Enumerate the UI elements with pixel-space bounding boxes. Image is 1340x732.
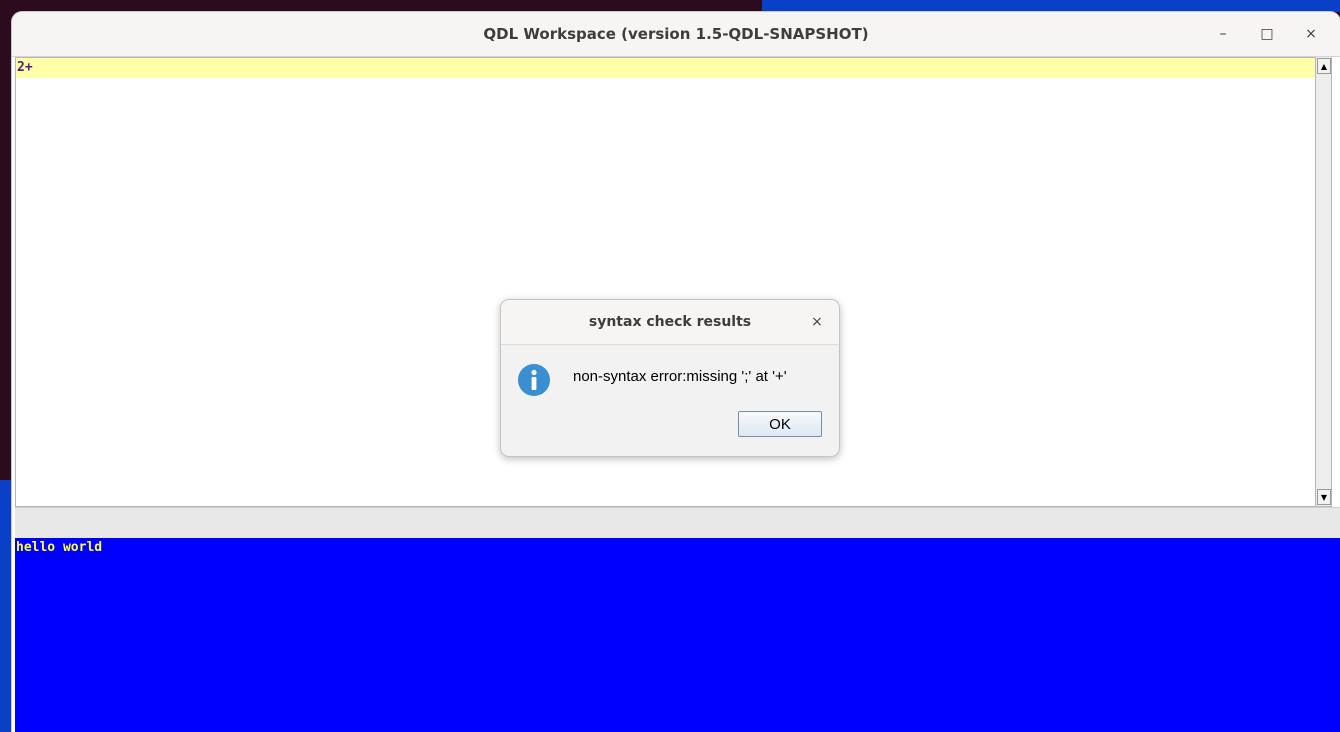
editor-vertical-scrollbar[interactable]: ▲ ▼ [1315, 57, 1332, 507]
console-output-text: hello world [16, 540, 103, 555]
close-button[interactable]: × [1292, 12, 1330, 56]
minimize-button[interactable]: – [1204, 12, 1242, 56]
dialog-titlebar[interactable]: syntax check results × [501, 300, 839, 345]
syntax-check-dialog: syntax check results × non-syntax error:… [500, 299, 840, 457]
console-output-pane[interactable]: hello world [15, 538, 1340, 732]
window-controls: – □ × [1204, 12, 1330, 56]
pane-splitter[interactable] [15, 507, 1340, 539]
scroll-up-arrow-icon[interactable]: ▲ [1317, 58, 1331, 74]
ok-button[interactable]: OK [738, 411, 822, 437]
dialog-title: syntax check results [588, 314, 752, 330]
dialog-message: non-syntax error:missing ';' at '+' [573, 368, 787, 385]
window-title: QDL Workspace (version 1.5-QDL-SNAPSHOT) [483, 25, 869, 43]
window-titlebar[interactable]: QDL Workspace (version 1.5-QDL-SNAPSHOT)… [12, 12, 1340, 57]
desktop-background-top-right [762, 0, 1340, 12]
scroll-down-arrow-icon[interactable]: ▼ [1317, 489, 1331, 505]
desktop-background-left-lower [0, 480, 12, 732]
maximize-button[interactable]: □ [1248, 12, 1286, 56]
info-icon [518, 364, 550, 396]
dialog-close-icon[interactable]: × [807, 312, 827, 332]
desktop-background-top [12, 0, 762, 12]
editor-current-line[interactable]: 2+ [16, 58, 1315, 78]
